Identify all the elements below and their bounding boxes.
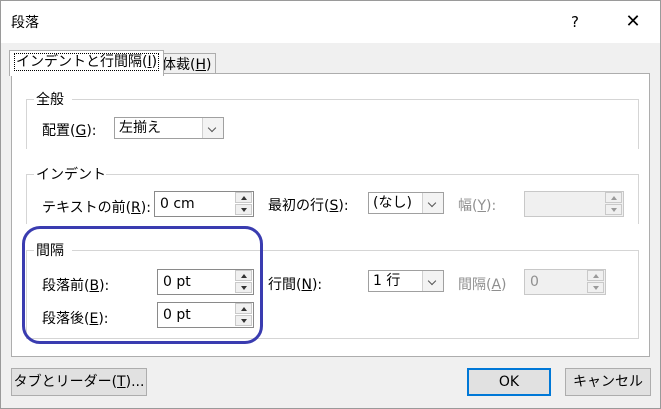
tab-indents-and-spacing[interactable]: インデントと行間隔(I) bbox=[9, 50, 165, 76]
divider bbox=[26, 174, 27, 224]
space-after-spinner[interactable]: 0 pt bbox=[157, 302, 254, 328]
ok-button[interactable]: OK bbox=[467, 368, 551, 396]
line-spacing-value: 1 行 bbox=[373, 273, 401, 289]
space-after-label: 段落後(E): bbox=[42, 311, 109, 327]
divider bbox=[26, 99, 34, 100]
spacing-at-value: 0 bbox=[530, 274, 539, 290]
line-spacing-label: 行間(N): bbox=[268, 277, 323, 293]
space-before-value: 0 pt bbox=[163, 274, 191, 290]
divider bbox=[26, 99, 27, 149]
alignment-label: 配置(G): bbox=[42, 123, 97, 139]
divider bbox=[26, 250, 27, 338]
spacing-at-label: 間隔(A) bbox=[458, 277, 507, 293]
tabs-and-leaders-button[interactable]: タブとリーダー(T)... bbox=[11, 368, 147, 396]
divider bbox=[26, 338, 639, 339]
spin-buttons bbox=[605, 192, 623, 216]
tab-label: 体裁(H) bbox=[162, 57, 212, 73]
indent-section-title: インデント bbox=[36, 167, 106, 183]
alignment-value: 左揃え bbox=[119, 120, 161, 136]
help-button[interactable]: ? bbox=[563, 9, 587, 35]
first-line-dropdown[interactable]: (なし) bbox=[368, 192, 444, 214]
indent-by-spinner[interactable] bbox=[524, 191, 624, 217]
divider bbox=[26, 250, 34, 251]
close-button[interactable]: ✕ bbox=[621, 9, 645, 35]
divider bbox=[638, 174, 639, 224]
indent-before-label: テキストの前(R): bbox=[42, 200, 151, 216]
spin-down-icon[interactable] bbox=[235, 204, 252, 215]
chevron-down-icon bbox=[202, 118, 223, 138]
chevron-down-icon bbox=[422, 193, 443, 213]
spin-buttons bbox=[235, 192, 253, 216]
spin-down-icon[interactable] bbox=[235, 282, 252, 293]
divider bbox=[72, 99, 638, 100]
space-after-value: 0 pt bbox=[163, 307, 191, 323]
tab-panel: 全般 配置(G): 左揃え インデント テキストの前(R): 0 cm 最初の行… bbox=[11, 73, 650, 357]
spacing-section-title: 間隔 bbox=[36, 243, 64, 259]
divider bbox=[638, 99, 639, 149]
space-before-spinner[interactable]: 0 pt bbox=[157, 269, 254, 295]
spin-down-icon[interactable] bbox=[605, 204, 622, 215]
divider bbox=[106, 174, 638, 175]
dialog-title: 段落 bbox=[11, 15, 39, 31]
spin-up-icon[interactable] bbox=[235, 192, 252, 203]
spin-up-icon[interactable] bbox=[587, 270, 604, 281]
spin-buttons bbox=[587, 270, 605, 294]
tab-label: インデントと行間隔(I) bbox=[14, 53, 160, 71]
first-line-value: (なし) bbox=[373, 195, 412, 211]
chevron-down-icon bbox=[422, 271, 443, 291]
spin-down-icon[interactable] bbox=[235, 315, 252, 326]
first-line-label: 最初の行(S): bbox=[268, 198, 349, 214]
spin-up-icon[interactable] bbox=[235, 303, 252, 314]
spacing-at-spinner[interactable]: 0 bbox=[524, 269, 606, 295]
spin-up-icon[interactable] bbox=[235, 270, 252, 281]
spin-down-icon[interactable] bbox=[587, 282, 604, 293]
title-bar: 段落 ? ✕ bbox=[1, 1, 660, 43]
indent-by-label: 幅(Y): bbox=[458, 198, 497, 214]
spin-up-icon[interactable] bbox=[605, 192, 622, 203]
indent-before-spinner[interactable]: 0 cm bbox=[154, 191, 254, 217]
paragraph-dialog: 段落 ? ✕ インデントと行間隔(I) 体裁(H) 全般 配置(G): 左揃え … bbox=[0, 0, 661, 409]
spin-buttons bbox=[235, 303, 253, 327]
alignment-dropdown[interactable]: 左揃え bbox=[114, 117, 224, 139]
divider bbox=[26, 174, 34, 175]
divider bbox=[72, 250, 638, 251]
cancel-button[interactable]: キャンセル bbox=[565, 368, 651, 396]
space-before-label: 段落前(B): bbox=[42, 278, 110, 294]
spin-buttons bbox=[235, 270, 253, 294]
indent-before-value: 0 cm bbox=[160, 196, 195, 212]
divider bbox=[638, 250, 639, 338]
line-spacing-dropdown[interactable]: 1 行 bbox=[368, 270, 444, 292]
general-section-title: 全般 bbox=[36, 92, 64, 108]
